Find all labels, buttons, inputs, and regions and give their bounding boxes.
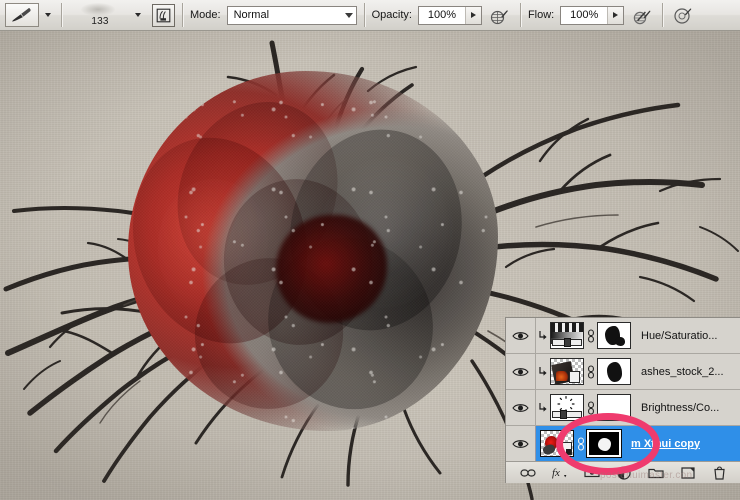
layer-row[interactable]: Hue/Saturatio...: [506, 318, 740, 354]
blend-mode-select[interactable]: Normal: [227, 6, 357, 25]
photoshop-window: 133 Mode: Normal Opacity: 100%: [0, 0, 740, 500]
layer-row[interactable]: Brightness/Co...: [506, 390, 740, 426]
chevron-down-icon: [135, 13, 141, 17]
link-mask-icon: [577, 437, 585, 451]
flow-value: 100%: [561, 6, 607, 25]
layer-mask-thumbnail[interactable]: [597, 358, 631, 385]
layers-panel[interactable]: Hue/Saturatio...: [505, 317, 740, 483]
link-mask-icon: [587, 365, 595, 379]
flow-pressure-toggle[interactable]: [629, 2, 655, 28]
link-layers-icon: [520, 468, 536, 478]
watermark-text: posterluimaster.con: [600, 470, 740, 484]
toolbar-separator: [61, 3, 62, 27]
flow-stepper-button[interactable]: [607, 7, 623, 24]
link-mask-icon: [587, 401, 595, 415]
mask-link-toggle[interactable]: [584, 401, 597, 415]
layer-thumbnail[interactable]: [550, 358, 584, 385]
link-mask-icon: [587, 329, 595, 343]
eye-icon: [512, 402, 529, 414]
layer-visibility-toggle[interactable]: [506, 426, 536, 462]
brush-size-value: 133: [91, 16, 108, 30]
layer-row[interactable]: ashes_stock_2...: [506, 354, 740, 390]
layer-mask-thumbnail[interactable]: [587, 430, 621, 457]
toolbar-separator: [364, 3, 365, 27]
layer-name: m Xfnui copy: [631, 438, 700, 450]
add-layer-mask-button[interactable]: [584, 465, 600, 481]
layer-name: ashes_stock_2...: [641, 366, 724, 378]
pressure-flow-icon: [633, 6, 652, 25]
layer-visibility-toggle[interactable]: [506, 318, 536, 354]
toolbar-separator: [520, 3, 521, 27]
clipping-mask-arrow-icon: [538, 330, 548, 342]
clipping-mask-indicator: [536, 330, 550, 342]
toolbar-separator: [182, 3, 183, 27]
layer-style-button[interactable]: fx: [552, 465, 568, 481]
pressure-opacity-icon: [490, 6, 509, 25]
mask-link-toggle[interactable]: [584, 329, 597, 343]
layer-visibility-toggle[interactable]: [506, 354, 536, 390]
chevron-down-icon: [45, 13, 51, 17]
layer-thumbnail[interactable]: [550, 322, 584, 349]
brush-size-preview[interactable]: 133: [69, 1, 131, 30]
mode-label: Mode:: [190, 9, 221, 21]
layer-name: Hue/Saturatio...: [641, 330, 717, 342]
brush-panel-icon: [156, 8, 171, 23]
toolbar-separator: [662, 3, 663, 27]
opacity-value: 100%: [419, 6, 465, 25]
airbrush-icon: [673, 5, 693, 25]
layer-mask-thumbnail[interactable]: [597, 322, 631, 349]
layer-visibility-toggle[interactable]: [506, 390, 536, 426]
layer-thumbnail[interactable]: [550, 394, 584, 421]
svg-text:fx: fx: [552, 467, 560, 479]
chevron-down-icon: [345, 13, 353, 18]
link-layers-button[interactable]: [520, 465, 536, 481]
mask-link-toggle[interactable]: [574, 437, 587, 451]
flow-label: Flow:: [528, 9, 554, 21]
clipping-mask-arrow-icon: [538, 402, 548, 414]
triangle-right-icon: [613, 12, 618, 18]
options-bar: 133 Mode: Normal Opacity: 100%: [0, 0, 740, 31]
layer-name: Brightness/Co...: [641, 402, 719, 414]
mask-link-toggle[interactable]: [584, 365, 597, 379]
clipping-mask-indicator: [536, 366, 550, 378]
add-layer-mask-icon: [584, 467, 600, 478]
eye-icon: [512, 366, 529, 378]
airbrush-toggle-button[interactable]: [670, 2, 696, 28]
eye-icon: [512, 330, 529, 342]
brush-tip-preview-icon: [81, 3, 115, 16]
opacity-stepper-button[interactable]: [465, 7, 481, 24]
triangle-right-icon: [471, 12, 476, 18]
tool-preset-dropdown-button[interactable]: [42, 5, 54, 25]
eye-icon: [512, 438, 529, 450]
brush-preset-picker-button[interactable]: [131, 5, 145, 25]
flow-field[interactable]: 100%: [560, 6, 624, 25]
brush-tool-preset-button[interactable]: [5, 3, 39, 27]
layer-row[interactable]: m Xfnui copy: [506, 426, 740, 462]
clipping-mask-arrow-icon: [538, 366, 548, 378]
layer-thumbnail[interactable]: [540, 430, 574, 457]
clipping-mask-indicator: [536, 402, 550, 414]
layer-mask-thumbnail[interactable]: [597, 394, 631, 421]
blend-mode-value: Normal: [234, 6, 269, 25]
opacity-pressure-toggle[interactable]: [487, 2, 513, 28]
brush-tool-icon: [10, 7, 34, 23]
layer-style-fx-icon: fx: [552, 466, 568, 479]
opacity-label: Opacity:: [372, 9, 412, 21]
opacity-field[interactable]: 100%: [418, 6, 482, 25]
toggle-brush-panel-button[interactable]: [152, 4, 175, 27]
